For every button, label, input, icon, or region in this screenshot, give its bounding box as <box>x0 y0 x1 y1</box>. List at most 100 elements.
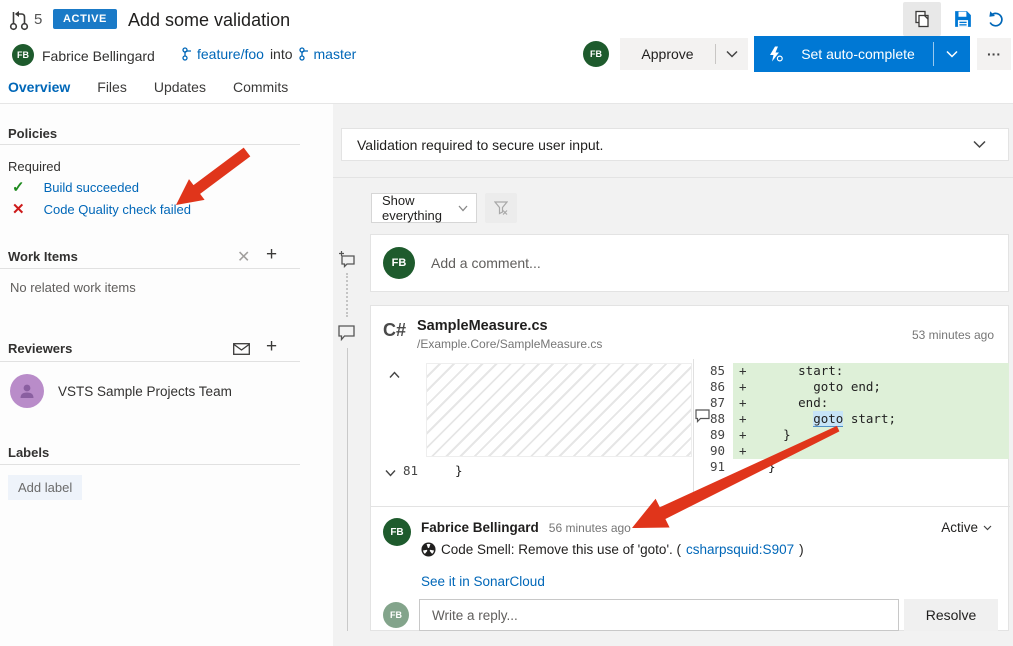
policies-title: Policies <box>8 126 57 141</box>
labels-title: Labels <box>8 445 49 460</box>
left-code: } <box>455 463 463 478</box>
comment-message-suffix: ) <box>799 542 804 557</box>
dropdown-chevron-icon <box>458 205 468 212</box>
code-text: } <box>753 427 791 443</box>
resolve-button[interactable]: Resolve <box>904 599 998 631</box>
approve-button[interactable]: Approve <box>620 38 748 70</box>
tab-files[interactable]: Files <box>97 79 127 95</box>
tab-updates[interactable]: Updates <box>154 79 206 95</box>
code-text: goto start; <box>753 411 896 427</box>
clear-work-items-icon[interactable]: ✕ <box>237 247 250 267</box>
divider <box>0 268 300 269</box>
diff-line: 87+ end: <box>695 395 1009 411</box>
comment-message: Code Smell: Remove this use of 'goto'. ( <box>441 542 681 557</box>
comment-bubble-icon <box>338 325 355 344</box>
status-badge: ACTIVE <box>53 9 117 29</box>
add-reviewer-icon[interactable]: + <box>266 336 277 358</box>
branch-icon <box>182 47 194 61</box>
file-path: /Example.Core/SampleMeasure.cs <box>417 337 602 351</box>
diff-sign: + <box>733 379 753 395</box>
comment-status-dropdown[interactable]: Active <box>941 520 992 535</box>
more-options-button[interactable]: ··· <box>977 38 1011 70</box>
csharp-file-icon: C# <box>383 320 406 341</box>
clear-filter-button[interactable] <box>485 193 517 223</box>
approve-dropdown-chevron[interactable] <box>716 50 748 58</box>
code-text: end: <box>753 395 828 411</box>
divider <box>0 361 300 362</box>
reply-input[interactable] <box>419 599 899 631</box>
tab-overview[interactable]: Overview <box>8 79 70 95</box>
diff-added-lines: 85+ start:86+ goto end;87+ end:88+ goto … <box>695 363 1009 475</box>
set-auto-complete-button[interactable]: Set auto-complete <box>754 36 970 72</box>
reply-avatar: FB <box>383 602 409 628</box>
diff-sign: + <box>733 443 753 459</box>
commenter-avatar: FB <box>383 247 415 279</box>
diff-sign: + <box>733 363 753 379</box>
add-work-item-icon[interactable]: + <box>266 244 277 266</box>
undo-icon <box>987 10 1005 28</box>
line-number: 86 <box>695 379 733 395</box>
branch-icon <box>299 47 311 61</box>
banner-expand-chevron[interactable] <box>973 140 986 149</box>
diff-line: 88+ goto start; <box>695 411 1009 427</box>
diff-sign: + <box>733 395 753 411</box>
rule-link[interactable]: csharpsquid:S907 <box>686 542 794 557</box>
chevron-down-icon <box>983 525 992 531</box>
source-branch-link[interactable]: feature/foo <box>197 46 264 62</box>
required-label: Required <box>8 159 61 174</box>
divider <box>371 506 1010 507</box>
line-number: 91 <box>695 459 733 475</box>
collapsed-diff-region <box>426 363 692 457</box>
line-number: 89 <box>695 427 733 443</box>
diff-line: 86+ goto end; <box>695 379 1009 395</box>
page-title: Add some validation <box>128 10 290 31</box>
expand-up-chevron[interactable] <box>389 367 400 382</box>
add-comment-card[interactable]: FB Add a comment... <box>370 234 1009 292</box>
policy-build-succeeded-link[interactable]: Build succeeded <box>44 180 139 195</box>
diff-view: 81 } 85+ start:86+ goto end;87+ end:88+ … <box>371 359 1010 495</box>
banner-text: Validation required to secure user input… <box>357 137 603 153</box>
policy-code-quality-link[interactable]: Code Quality check failed <box>44 202 191 217</box>
work-items-title: Work Items <box>8 249 78 264</box>
file-card: C# SampleMeasure.cs /Example.Core/Sample… <box>370 305 1009 631</box>
highlighted-token: goto <box>813 411 843 427</box>
undo-button[interactable] <box>982 5 1010 33</box>
code-text: } <box>753 459 776 475</box>
save-button[interactable] <box>948 5 978 33</box>
reviewer-row[interactable]: VSTS Sample Projects Team <box>10 374 232 408</box>
auto-complete-icon <box>768 46 783 62</box>
expand-down-chevron[interactable] <box>385 465 396 480</box>
file-name[interactable]: SampleMeasure.cs <box>417 318 548 334</box>
tab-commits[interactable]: Commits <box>233 79 288 95</box>
file-timestamp: 53 minutes ago <box>912 328 994 342</box>
filter-dropdown[interactable]: Show everything <box>371 193 477 223</box>
user-avatar[interactable]: FB <box>583 41 609 67</box>
pull-request-icon <box>8 8 30 35</box>
line-comment-marker[interactable] <box>695 409 710 426</box>
auto-complete-dropdown-chevron[interactable] <box>934 50 970 58</box>
validation-banner[interactable]: Validation required to secure user input… <box>341 128 1009 161</box>
target-branch-link[interactable]: master <box>314 46 357 62</box>
copy-button[interactable] <box>903 2 941 36</box>
add-label-button[interactable]: Add label <box>8 475 82 500</box>
code-text: goto end; <box>753 379 881 395</box>
add-comment-icon[interactable] <box>338 250 356 271</box>
line-number: 85 <box>695 363 733 379</box>
divider <box>0 464 300 465</box>
reviewers-title: Reviewers <box>8 341 72 356</box>
code-text: start: <box>753 363 843 379</box>
diff-line: 89+ } <box>695 427 1009 443</box>
timeline-dotted-line <box>346 273 348 317</box>
left-line-number: 81 <box>403 463 418 478</box>
comment-timestamp: 56 minutes ago <box>549 521 631 535</box>
diff-pane-divider <box>693 359 694 495</box>
add-comment-input[interactable]: Add a comment... <box>431 255 541 271</box>
diff-line: 85+ start: <box>695 363 1009 379</box>
code-smell-icon <box>421 542 436 557</box>
comment-author-avatar: FB <box>383 518 411 546</box>
mail-icon[interactable] <box>233 343 250 358</box>
diff-sign <box>733 459 753 475</box>
into-label: into <box>270 46 293 62</box>
diff-line: 91 } <box>695 459 1009 475</box>
sonarcloud-link[interactable]: See it in SonarCloud <box>421 574 545 589</box>
